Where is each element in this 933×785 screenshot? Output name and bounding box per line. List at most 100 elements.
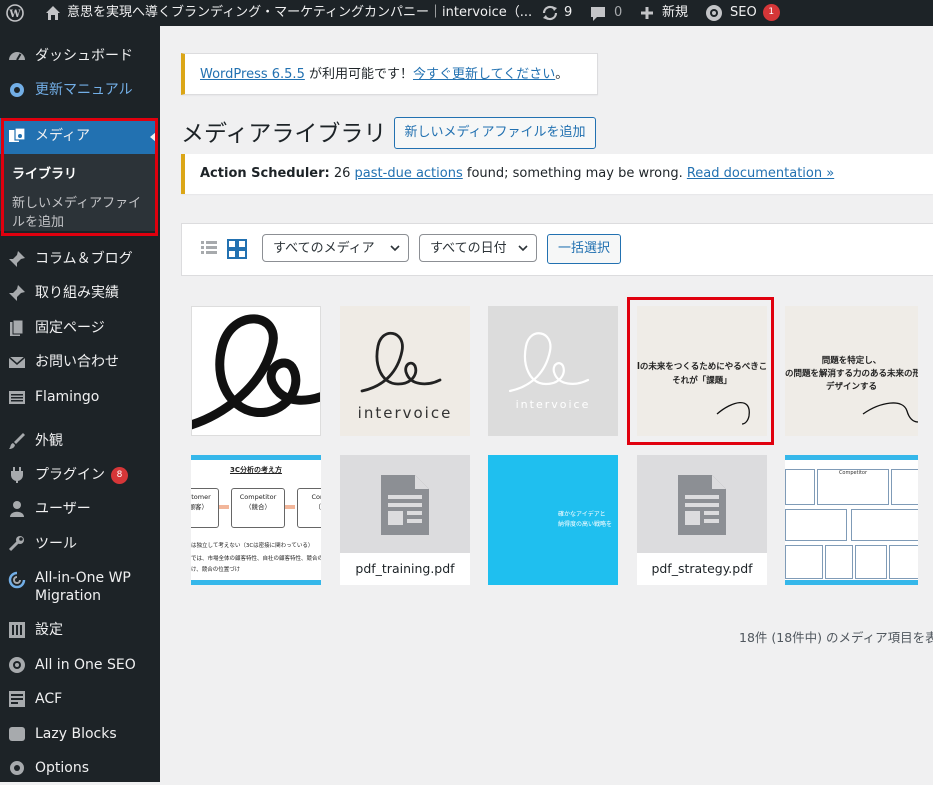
table-cell bbox=[855, 545, 887, 579]
updates-icon[interactable] bbox=[540, 0, 560, 26]
3c-note2: では、市場全体の顧客特性、自社の顧客特性、競合の顧 bbox=[191, 556, 321, 562]
menu-users[interactable]: ユーザー bbox=[0, 492, 160, 526]
media-item-logo-mark[interactable] bbox=[191, 306, 321, 436]
menu-dashboard[interactable]: ダッシュボード bbox=[0, 39, 160, 73]
menu-appearance[interactable]: 外観 bbox=[0, 424, 160, 458]
media-toolbar: すべてのメディア すべての日付 一括選択 bbox=[181, 223, 933, 276]
menu-tools[interactable]: ツール bbox=[0, 527, 160, 561]
media-item-idea-strategy[interactable]: 確かなアイデアと 納得度の高い戦略を bbox=[488, 455, 618, 585]
admin-bar: W 意思を実現へ導くブランディング・マーケティングカンパニー｜intervoic… bbox=[0, 0, 933, 26]
logo-full-text: intervoice bbox=[357, 404, 453, 422]
3c-box-customer: Customer （顧客） bbox=[191, 488, 219, 528]
top-stripe bbox=[785, 455, 918, 460]
add-new-media-button[interactable]: 新しいメディアファイルを追加 bbox=[394, 117, 596, 149]
document-icon bbox=[678, 475, 726, 535]
menu-tools-label: ツール bbox=[35, 536, 77, 552]
past-due-link[interactable]: past-due actions bbox=[355, 166, 463, 181]
menu-column-blog[interactable]: コラム＆ブログ bbox=[0, 242, 160, 276]
wordpress-version-link[interactable]: WordPress 6.5.5 bbox=[200, 67, 305, 82]
svg-text:W: W bbox=[8, 9, 21, 20]
idea-line2: 納得度の高い戦略を bbox=[558, 521, 613, 528]
3c-company-label: Comp bbox=[311, 493, 322, 501]
menu-plugins[interactable]: プラグイン 8 bbox=[0, 458, 160, 492]
home-icon[interactable] bbox=[44, 0, 62, 26]
media-date-value: すべての日付 bbox=[430, 241, 507, 256]
menu-pages[interactable]: 固定ページ bbox=[0, 311, 160, 345]
list-view-icon[interactable] bbox=[200, 239, 218, 257]
media-item-design-future[interactable]: 問題を特定し、 の問題を解消する力のある未来の形 デザインする bbox=[785, 306, 918, 436]
menu-settings[interactable]: 設定 bbox=[0, 613, 160, 647]
media-date-filter[interactable]: すべての日付 bbox=[419, 234, 537, 262]
media-item-logo-faint[interactable]: intervoice bbox=[488, 306, 618, 436]
menu-options[interactable]: Options bbox=[0, 751, 160, 785]
3c-company-sub: （自 bbox=[314, 503, 322, 511]
action-scheduler-notice: Action Scheduler: 26 past-due actions fo… bbox=[181, 154, 933, 194]
menu-lazy-blocks[interactable]: Lazy Blocks bbox=[0, 717, 160, 751]
table-cell bbox=[785, 509, 847, 541]
3c-arrow bbox=[219, 505, 229, 509]
list-icon bbox=[9, 391, 25, 404]
menu-acf-label: ACF bbox=[35, 691, 63, 707]
menu-aioseo-label: All in One SEO bbox=[35, 657, 136, 673]
site-title-link[interactable]: 意思を実現へ導くブランディング・マーケティングカンパニー｜intervoice（… bbox=[67, 0, 532, 26]
grid-view-icon[interactable] bbox=[227, 239, 247, 259]
seo-gear-icon[interactable] bbox=[704, 0, 724, 26]
menu-contact[interactable]: お問い合わせ bbox=[0, 345, 160, 379]
top-stripe bbox=[191, 455, 321, 460]
scheduler-text: found; something may be wrong. bbox=[462, 166, 687, 181]
idea-line1: 確かなアイデアと bbox=[558, 511, 606, 518]
media-item-pdf-strategy[interactable]: pdf_strategy.pdf bbox=[637, 455, 767, 585]
scheduler-label: Action Scheduler: bbox=[200, 166, 330, 181]
logo-faint-text: intervoice bbox=[515, 398, 591, 411]
menu-options-label: Options bbox=[35, 760, 90, 776]
menu-acf[interactable]: ACF bbox=[0, 682, 160, 716]
media-type-filter[interactable]: すべてのメディア bbox=[262, 234, 409, 262]
media-item-competitor-table[interactable]: Competitor bbox=[785, 455, 918, 585]
acf-icon bbox=[9, 691, 25, 707]
seo-menu-link[interactable]: SEO 1 bbox=[730, 0, 780, 26]
menu-update-manual[interactable]: 更新マニュアル bbox=[0, 73, 160, 107]
3c-title: 3C分析の考え方 bbox=[229, 466, 282, 474]
3c-arrow bbox=[285, 505, 295, 509]
scheduler-count: 26 bbox=[329, 166, 355, 181]
chevron-down-icon bbox=[390, 245, 400, 252]
seo-icon bbox=[9, 657, 25, 673]
media-count-text: 18件 (18件中) のメディア項目を表 bbox=[739, 630, 933, 645]
menu-migration-label: All-in-One WP Migration bbox=[35, 570, 131, 604]
settings-icon bbox=[9, 622, 25, 638]
selected-item-highlight bbox=[627, 297, 774, 445]
3c-customer-label: Customer bbox=[191, 493, 211, 501]
3c-note: は独立して考えない（3Cは密接に関わっている） bbox=[191, 543, 314, 549]
wordpress-logo-icon[interactable]: W bbox=[6, 0, 24, 26]
media-type-value: すべてのメディア bbox=[273, 241, 375, 256]
menu-works[interactable]: 取り組み実績 bbox=[0, 276, 160, 310]
3c-competitor-label: Competitor bbox=[239, 493, 277, 501]
pdf-strategy-filename: pdf_strategy.pdf bbox=[637, 553, 767, 585]
menu-users-label: ユーザー bbox=[35, 501, 91, 517]
options-icon bbox=[10, 761, 24, 775]
updates-count[interactable]: 9 bbox=[564, 0, 572, 26]
media-item-3c-analysis[interactable]: 3C分析の考え方 Customer （顧客） Competitor （競合） Com… bbox=[191, 455, 321, 585]
menu-dashboard-label: ダッシュボード bbox=[35, 48, 133, 64]
update-now-link[interactable]: 今すぐ更新してください bbox=[413, 67, 555, 82]
menu-migration[interactable]: All-in-One WP Migration bbox=[0, 567, 160, 617]
competitor-cell-label: Competitor bbox=[838, 470, 868, 476]
menu-flamingo[interactable]: Flamingo bbox=[0, 380, 160, 414]
document-icon bbox=[381, 475, 429, 535]
plus-icon[interactable] bbox=[639, 0, 655, 26]
read-documentation-link[interactable]: Read documentation » bbox=[687, 166, 834, 181]
comments-count[interactable]: 0 bbox=[614, 0, 622, 26]
seo-notification-badge: 1 bbox=[762, 4, 780, 21]
menu-aioseo[interactable]: All in One SEO bbox=[0, 648, 160, 682]
menu-lazy-blocks-label: Lazy Blocks bbox=[35, 726, 117, 742]
media-item-logo-full[interactable]: intervoice bbox=[340, 306, 470, 436]
bulk-select-button[interactable]: 一括選択 bbox=[547, 234, 621, 264]
new-content-link[interactable]: 新規 bbox=[662, 0, 688, 26]
menu-plugins-label: プラグイン 8 bbox=[35, 458, 128, 492]
comments-icon[interactable] bbox=[589, 0, 607, 26]
menu-column-blog-label: コラム＆ブログ bbox=[35, 251, 133, 267]
media-item-pdf-training[interactable]: pdf_training.pdf bbox=[340, 455, 470, 585]
bottom-stripe bbox=[191, 580, 321, 585]
table-cell bbox=[785, 545, 823, 579]
bottom-stripe bbox=[785, 580, 918, 585]
